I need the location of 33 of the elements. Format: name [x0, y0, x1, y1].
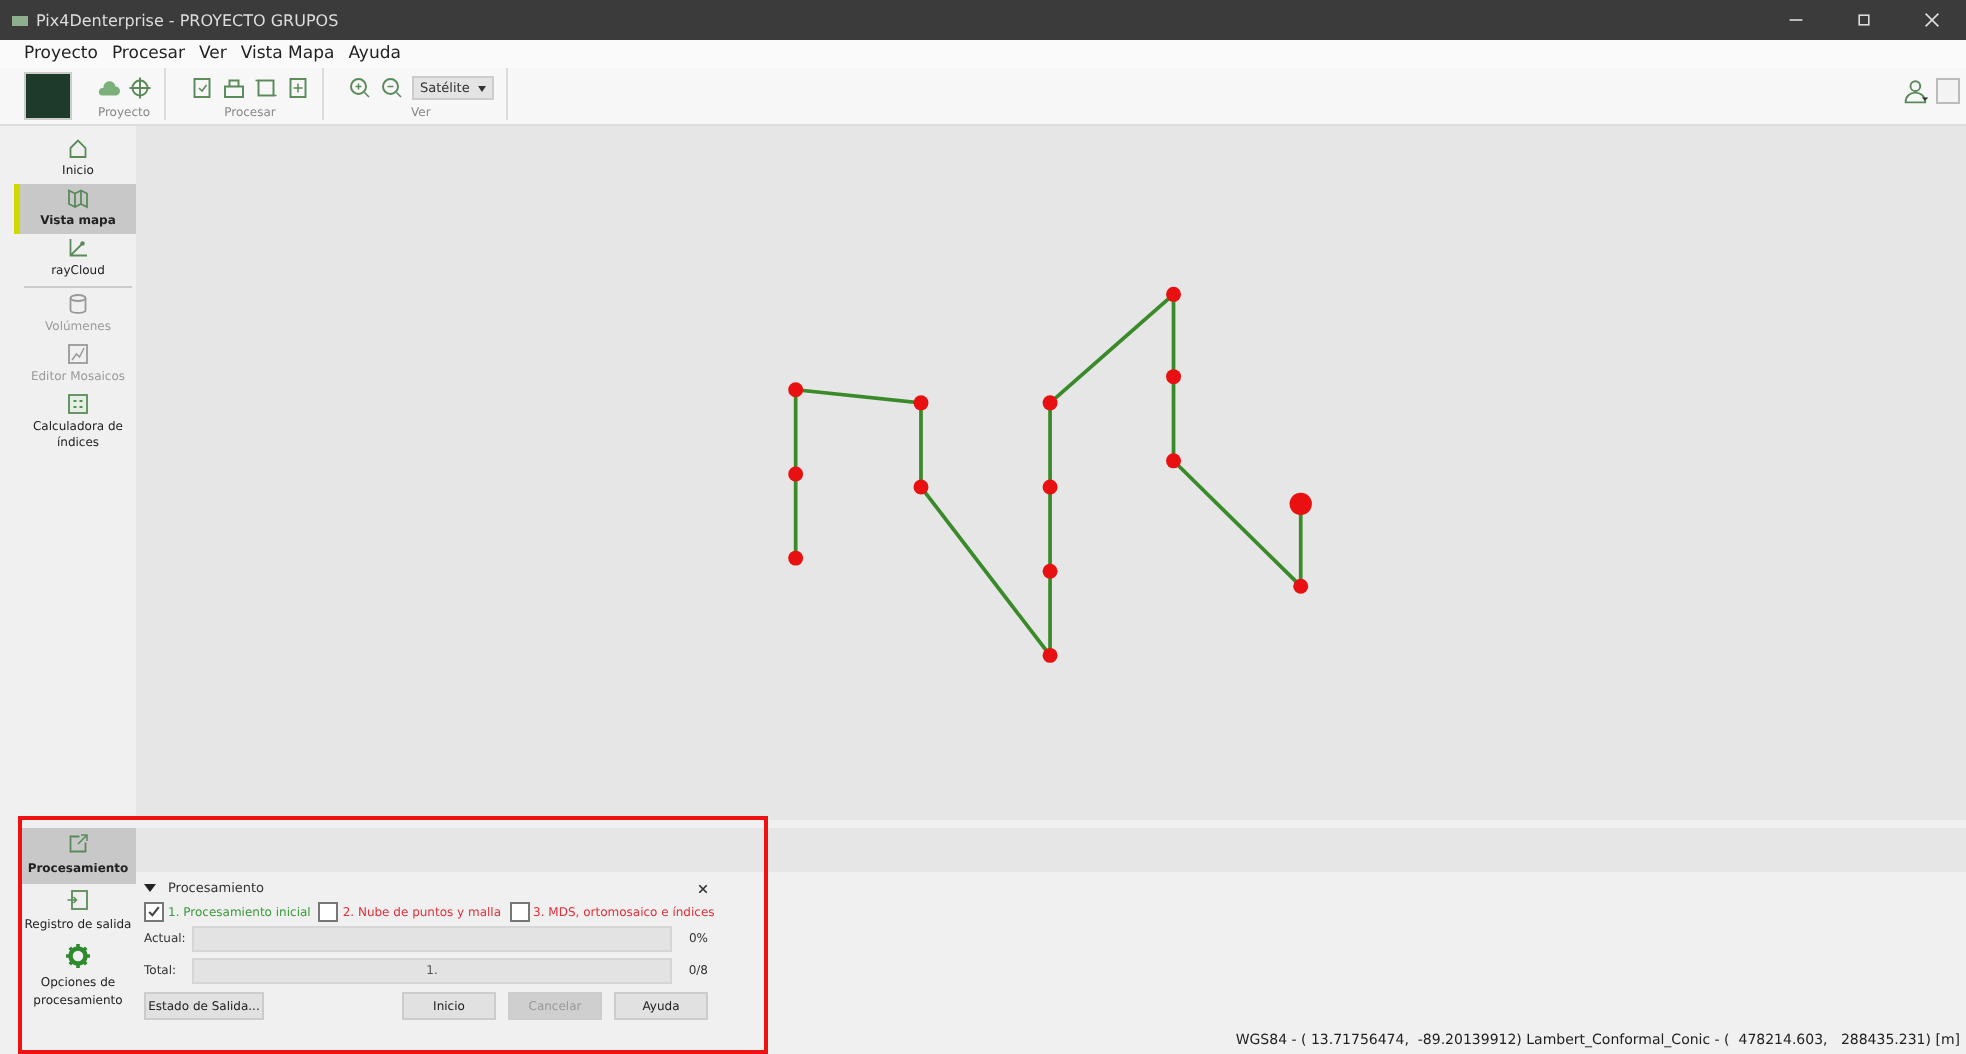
app-icon [12, 15, 28, 25]
close-icon[interactable] [698, 883, 708, 893]
checkbox[interactable] [318, 902, 339, 922]
cylinder-icon [66, 292, 90, 316]
frame-icon[interactable] [254, 76, 278, 100]
panel-toggle-icon[interactable] [1936, 78, 1960, 104]
document-icon[interactable] [190, 76, 214, 100]
app-logo [24, 72, 72, 120]
window-title: Pix4Denterprise - PROYECTO GRUPOS [36, 11, 339, 29]
picture-frame-icon [66, 342, 90, 366]
calculator-icon [66, 392, 90, 416]
home-icon [66, 136, 90, 160]
menu-item[interactable]: Vista Mapa [240, 44, 335, 64]
menu-item[interactable]: Ayuda [348, 44, 401, 64]
log-file-icon [66, 888, 90, 912]
open-box-icon[interactable] [222, 76, 246, 100]
cloud-icon[interactable] [96, 76, 120, 100]
caret-icon [477, 85, 486, 91]
settings-icon [66, 944, 90, 968]
export-icon [66, 832, 90, 856]
axes-icon [66, 236, 90, 260]
add-page-icon[interactable] [286, 76, 310, 100]
map-icon [66, 186, 90, 210]
collapse-triangle-icon[interactable] [144, 884, 156, 892]
crosshair-icon[interactable] [128, 76, 152, 100]
menu-item[interactable]: Ver [198, 44, 227, 64]
menu-item[interactable]: Proyecto [24, 44, 98, 64]
zoom-in-icon[interactable] [348, 76, 372, 100]
zoom-out-icon[interactable] [380, 76, 404, 100]
checkbox[interactable] [144, 902, 164, 922]
user-icon[interactable] [1904, 78, 1930, 104]
menu-item[interactable]: Procesar [111, 44, 185, 64]
checkbox[interactable] [509, 902, 530, 922]
